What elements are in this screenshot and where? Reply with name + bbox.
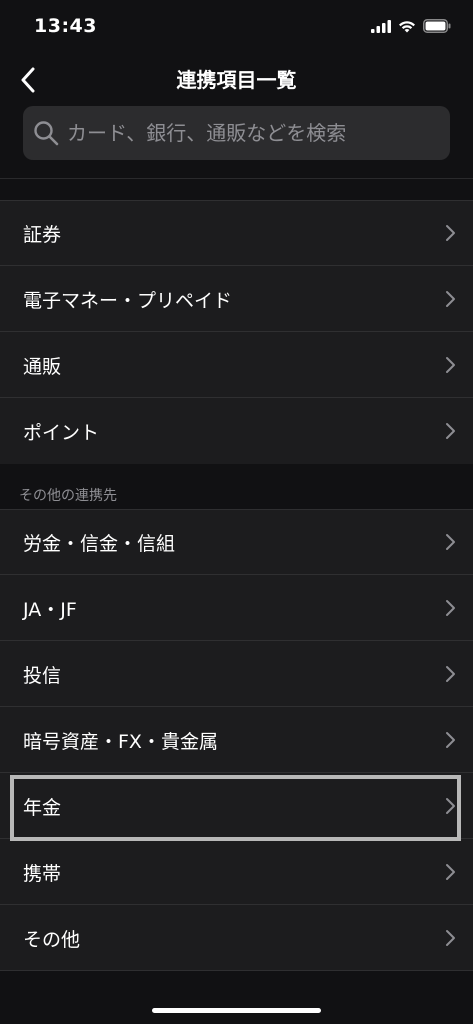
row-separator [0,970,473,971]
list-item-label: 電子マネー・プリペイド [23,289,233,312]
list-item-label: 投信 [23,664,62,687]
status-time: 13:43 [34,15,97,37]
battery-icon [423,18,451,37]
list-item-securities[interactable]: 証券 [0,200,473,266]
list-item-label: 通販 [23,355,62,378]
wifi-icon [398,18,416,37]
list-item-label: 暗号資産・FX・貴金属 [23,730,218,753]
list-item-investment-trusts[interactable]: 投信 [0,641,473,707]
list-item-mobile[interactable]: 携帯 [0,839,473,905]
chevron-right-icon [446,666,455,682]
search-bar[interactable] [23,106,450,160]
home-indicator[interactable] [152,1008,321,1013]
chevron-right-icon [446,798,455,814]
list-item-labor-credit-banks[interactable]: 労金・信金・信組 [0,509,473,575]
list-item-ja-jf[interactable]: JA・JF [0,575,473,641]
screen: 13:43 連携項目一覧 カード、銀行、通販などを検索 証券 電子マネー・プリペ… [0,0,473,1024]
chevron-right-icon [446,930,455,946]
section-header-other: その他の連携先 [19,488,117,504]
chevron-right-icon [446,864,455,880]
chevron-right-icon [446,357,455,373]
list-item-crypto-fx-metals[interactable]: 暗号資産・FX・貴金属 [0,707,473,773]
status-bar: 13:43 [0,0,473,56]
header-divider [0,178,473,179]
list-item-other[interactable]: その他 [0,905,473,971]
list-item-label: JA・JF [23,598,77,621]
navigation-bar: 連携項目一覧 [0,56,473,102]
chevron-right-icon [446,423,455,439]
list-item-label: 携帯 [23,862,62,885]
chevron-right-icon [446,291,455,307]
list-item-points[interactable]: ポイント [0,398,473,464]
provider-list: 証券 電子マネー・プリペイド 通販 ポイント [0,200,473,464]
chevron-right-icon [446,534,455,550]
page-title: 連携項目一覧 [176,68,297,92]
chevron-right-icon [446,600,455,616]
list-item-pension[interactable]: 年金 [0,773,473,839]
search-input[interactable] [65,112,450,154]
list-item-label: ポイント [23,421,100,444]
list-item-label: その他 [23,928,81,951]
list-item-label: 証券 [23,223,62,246]
list-item-emoney-prepaid[interactable]: 電子マネー・プリペイド [0,266,473,332]
list-item-mail-order[interactable]: 通販 [0,332,473,398]
status-icons [371,18,451,37]
other-provider-list: 労金・信金・信組 JA・JF 投信 暗号資産・FX・貴金属 年金 携帯 その他 [0,509,473,971]
search-icon [34,121,59,146]
cellular-signal-icon [371,18,391,37]
list-item-label: 年金 [23,796,62,819]
chevron-right-icon [446,225,455,241]
chevron-right-icon [446,732,455,748]
list-item-label: 労金・信金・信組 [23,532,176,555]
